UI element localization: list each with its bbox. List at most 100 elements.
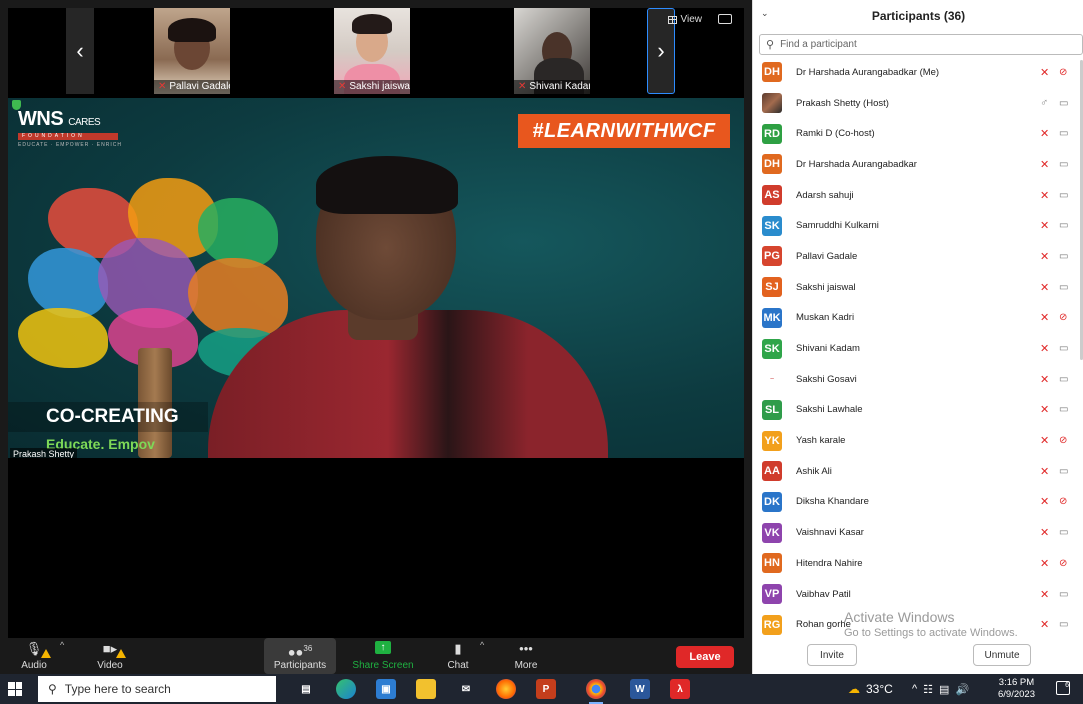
participant-row[interactable]: PG Pallavi Gadale ✕ ▭	[753, 241, 1083, 272]
video-camera-icon[interactable]: ▭	[1059, 190, 1068, 201]
mic-muted-icon[interactable]: ✕	[1040, 189, 1049, 202]
task-view-icon[interactable]: ▤	[296, 679, 316, 699]
participant-row[interactable]: SK Shivani Kadam ✕ ▭	[753, 333, 1083, 364]
view-button[interactable]: View	[667, 14, 702, 25]
warning-icon	[41, 649, 52, 658]
weather-widget[interactable]: ☁ 33°C	[848, 674, 893, 704]
wns-cares-logo: WNS CARES FOUNDATION EDUCATE · EMPOWER ·…	[18, 108, 122, 148]
participant-row[interactable]: AS Adarsh sahuji ✕ ▭	[753, 180, 1083, 211]
acrobat-icon[interactable]: λ	[670, 679, 690, 699]
mic-muted-icon[interactable]: ✕	[1040, 342, 1049, 355]
participant-row[interactable]: VP Vaibhav Patil ✕ ▭	[753, 579, 1083, 610]
chevron-left-icon[interactable]: ‹	[66, 8, 94, 94]
participant-row[interactable]: RG Rohan gorhe ✕ ▭	[753, 609, 1083, 640]
fullscreen-icon[interactable]	[718, 14, 732, 24]
wifi-icon[interactable]: ▤	[939, 683, 949, 696]
notification-icon[interactable]: 6	[1056, 681, 1070, 695]
volume-icon[interactable]: 🔊	[955, 683, 969, 696]
video-button[interactable]: ■▸ Video	[88, 638, 132, 674]
mic-muted-icon[interactable]: ✕	[1040, 618, 1049, 631]
firefox-icon[interactable]	[496, 679, 516, 699]
video-camera-icon[interactable]: ▭	[1059, 220, 1068, 231]
file-explorer-icon[interactable]	[416, 679, 436, 699]
video-camera-icon[interactable]: ▭	[1059, 343, 1068, 354]
video-off-icon[interactable]: ⊘	[1059, 312, 1067, 323]
store-icon[interactable]: ▣	[376, 679, 396, 699]
taskbar-clock[interactable]: 3:16 PM 6/9/2023	[998, 677, 1035, 701]
taskbar-search[interactable]: ⚲	[38, 676, 276, 702]
mic-muted-icon[interactable]: ✕	[1040, 588, 1049, 601]
audio-options-caret[interactable]: ^	[60, 640, 64, 650]
video-off-icon[interactable]: ⊘	[1059, 558, 1067, 569]
participant-row[interactable]: HN Hitendra Nahire ✕ ⊘	[753, 548, 1083, 579]
video-off-icon[interactable]: ⊘	[1059, 435, 1067, 446]
mic-muted-icon[interactable]: ✕	[1040, 557, 1049, 570]
mic-muted-icon[interactable]: ✕	[1040, 311, 1049, 324]
participant-row[interactable]: DK Diksha Khandare ✕ ⊘	[753, 487, 1083, 518]
participant-row[interactable]: DH Dr Harshada Aurangabadkar (Me) ✕ ⊘	[753, 57, 1083, 88]
mic-muted-icon[interactable]: ✕	[1040, 250, 1049, 263]
avatar: RD	[762, 123, 782, 144]
participants-button[interactable]: ●●36 Participants	[264, 638, 336, 674]
microphone-icon[interactable]: ♂	[1040, 97, 1048, 109]
mic-muted-icon[interactable]: ✕	[1040, 281, 1049, 294]
video-camera-icon[interactable]: ▭	[1059, 98, 1068, 109]
video-camera-icon[interactable]: ▭	[1059, 589, 1068, 600]
video-camera-icon[interactable]: ▭	[1059, 159, 1068, 170]
share-screen-button[interactable]: ↑ Share Screen	[348, 638, 418, 674]
word-icon[interactable]: W	[630, 679, 650, 699]
windows-start-icon[interactable]	[8, 682, 22, 696]
avatar: DK	[762, 491, 782, 512]
mic-muted-icon[interactable]: ✕	[1040, 373, 1049, 386]
mic-muted-icon[interactable]: ✕	[1040, 434, 1049, 447]
participant-row[interactable]: ~ Sakshi Gosavi ✕ ▭	[753, 364, 1083, 395]
mic-muted-icon[interactable]: ✕	[1040, 127, 1049, 140]
participant-row[interactable]: RD Ramki D (Co-host) ✕ ▭	[753, 118, 1083, 149]
video-tile-pallavi[interactable]: ✕ Pallavi Gadale	[154, 8, 230, 94]
participant-row[interactable]: YK Yash karale ✕ ⊘	[753, 425, 1083, 456]
participant-row[interactable]: VK Vaishnavi Kasar ✕ ▭	[753, 517, 1083, 548]
chat-button[interactable]: ▮ Chat	[440, 638, 476, 674]
video-camera-icon[interactable]: ▭	[1059, 374, 1068, 385]
participant-name: Adarsh sahuji	[796, 189, 854, 201]
mail-icon[interactable]: ✉	[456, 679, 476, 699]
mic-muted-icon[interactable]: ✕	[1040, 66, 1049, 79]
mic-muted-icon[interactable]: ✕	[1040, 158, 1049, 171]
mic-muted-icon[interactable]: ✕	[1040, 219, 1049, 232]
chevron-up-icon[interactable]: ^	[912, 683, 917, 695]
powerpoint-icon[interactable]: P	[536, 679, 556, 699]
video-off-icon[interactable]: ⊘	[1059, 67, 1067, 78]
participant-row[interactable]: SL Sakshi Lawhale ✕ ▭	[753, 395, 1083, 426]
invite-button[interactable]: Invite	[807, 644, 857, 666]
audio-button[interactable]: 🎙 Audio	[12, 638, 56, 674]
video-camera-icon[interactable]: ▭	[1059, 128, 1068, 139]
chat-options-caret[interactable]: ^	[480, 640, 484, 650]
video-camera-icon[interactable]: ▭	[1059, 282, 1068, 293]
video-off-icon[interactable]: ⊘	[1059, 496, 1067, 507]
participant-row[interactable]: AA Ashik Ali ✕ ▭	[753, 456, 1083, 487]
video-tile-shivani[interactable]: ✕ Shivani Kadam	[514, 8, 590, 94]
video-camera-icon[interactable]: ▭	[1059, 251, 1068, 262]
mic-muted-icon[interactable]: ✕	[1040, 403, 1049, 416]
participant-row[interactable]: DH Dr Harshada Aurangabadkar ✕ ▭	[753, 149, 1083, 180]
video-camera-icon[interactable]: ▭	[1059, 404, 1068, 415]
participant-row[interactable]: SJ Sakshi jaiswal ✕ ▭	[753, 272, 1083, 303]
participant-row[interactable]: Prakash Shetty (Host) ♂ ▭	[753, 88, 1083, 119]
chrome-icon[interactable]	[586, 679, 606, 704]
more-button[interactable]: ••• More	[508, 638, 544, 674]
video-camera-icon[interactable]: ▭	[1059, 466, 1068, 477]
video-camera-icon[interactable]: ▭	[1059, 527, 1068, 538]
mic-muted-icon[interactable]: ✕	[1040, 495, 1049, 508]
mic-muted-icon[interactable]: ✕	[1040, 465, 1049, 478]
network-icon[interactable]: ☷	[923, 683, 933, 696]
mic-muted-icon[interactable]: ✕	[1040, 526, 1049, 539]
video-camera-icon[interactable]: ▭	[1059, 619, 1068, 630]
taskbar-search-input[interactable]	[64, 682, 265, 696]
participant-row[interactable]: SK Samruddhi Kulkarni ✕ ▭	[753, 210, 1083, 241]
participant-row[interactable]: MK Muskan Kadri ✕ ⊘	[753, 303, 1083, 334]
edge-icon[interactable]	[336, 679, 356, 699]
participant-search-input[interactable]	[780, 39, 1061, 50]
video-tile-sakshi[interactable]: ✕ Sakshi jaiswal	[334, 8, 410, 94]
unmute-all-button[interactable]: Unmute	[973, 644, 1031, 666]
leave-button[interactable]: Leave	[676, 646, 734, 668]
